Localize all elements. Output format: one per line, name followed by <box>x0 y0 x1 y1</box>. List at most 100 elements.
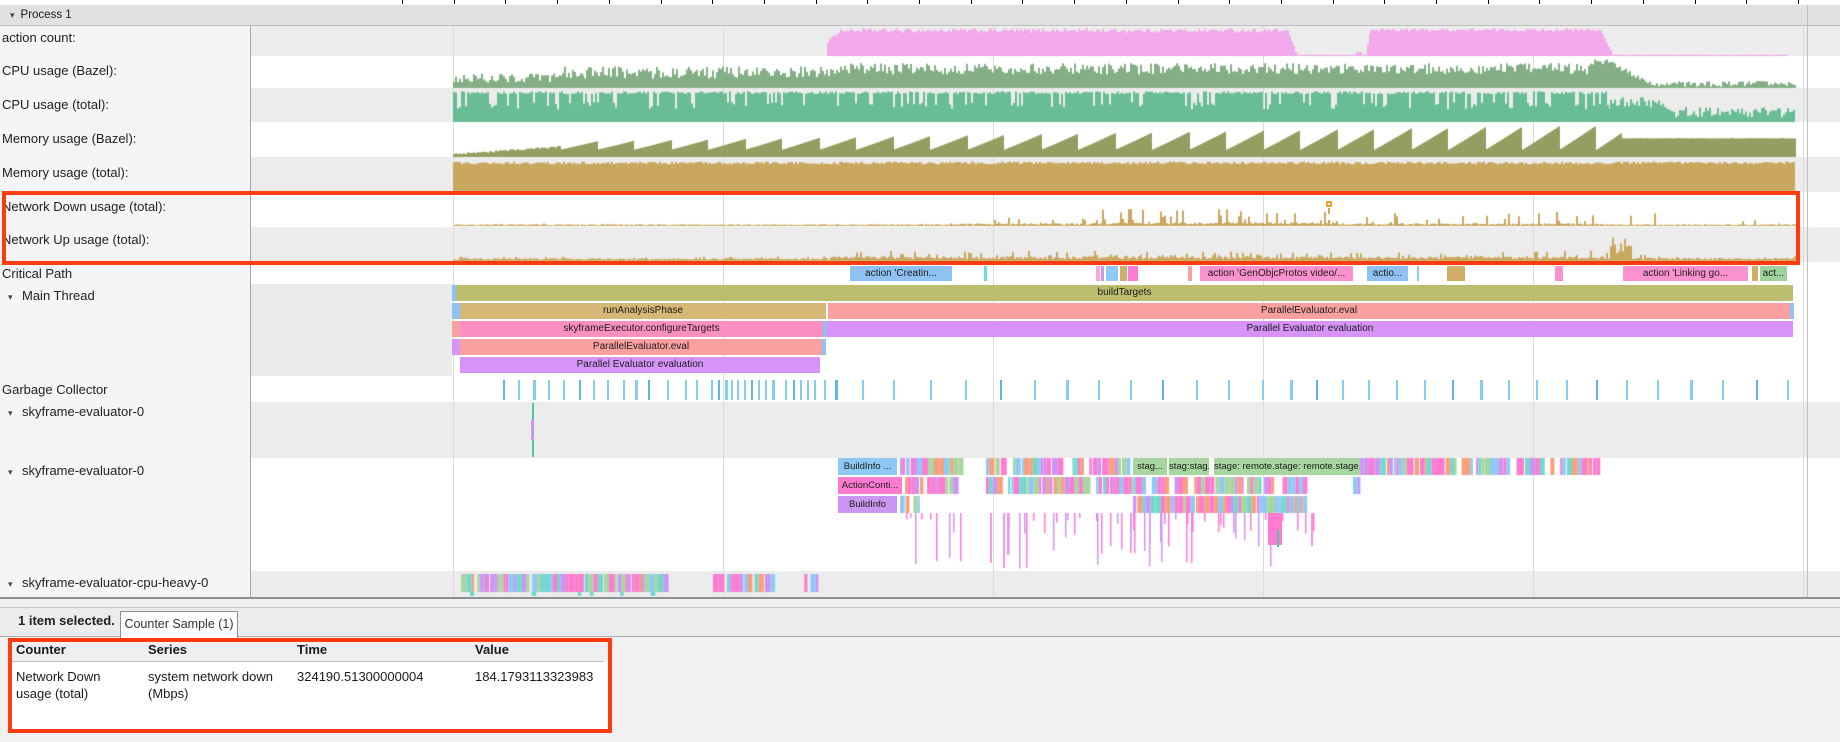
skyframe-slice[interactable]: stage: remote.stage: remote.stage.remot.… <box>1214 458 1360 475</box>
main-thread-slice[interactable]: runAnalysisPhase <box>460 303 826 319</box>
gc-event-tick[interactable] <box>607 380 609 400</box>
gc-event-tick[interactable] <box>800 380 802 400</box>
gc-event-tick[interactable] <box>1626 380 1628 400</box>
gc-event-tick[interactable] <box>648 380 650 400</box>
gc-event-tick[interactable] <box>793 380 795 400</box>
gc-event-tick[interactable] <box>835 380 838 400</box>
sidebar-item-action-count-[interactable]: action count: <box>2 30 76 45</box>
expand-arrow-icon[interactable]: ▾ <box>8 467 22 478</box>
critical-path-slice[interactable]: action 'Linking go... <box>1623 266 1748 281</box>
critical-path-slice[interactable]: act... <box>1760 266 1787 281</box>
skyframe-slice[interactable]: BuildInfo ... <box>838 458 897 475</box>
sidebar-item-critical-path[interactable]: Critical Path <box>2 266 72 281</box>
gc-event-tick[interactable] <box>1424 380 1426 400</box>
critical-path-slice[interactable] <box>1106 266 1118 281</box>
main-thread-slice[interactable]: buildTargets <box>456 285 1793 301</box>
gc-event-tick[interactable] <box>1034 380 1036 400</box>
gc-event-tick[interactable] <box>1657 380 1659 400</box>
gc-event-tick[interactable] <box>772 380 775 400</box>
sidebar-item-memory-usage-total-[interactable]: Memory usage (total): <box>2 165 128 180</box>
gc-event-tick[interactable] <box>1596 380 1598 400</box>
gc-event-tick[interactable] <box>862 380 864 400</box>
gc-event-tick[interactable] <box>711 380 713 400</box>
gc-event-tick[interactable] <box>667 380 669 400</box>
skyframe-slice[interactable]: stag... <box>1133 458 1167 475</box>
critical-path-slice[interactable] <box>1101 266 1104 281</box>
main-thread-slice[interactable] <box>452 321 460 337</box>
sidebar-item-cpu-usage-total-[interactable]: CPU usage (total): <box>2 97 109 112</box>
gc-event-tick[interactable] <box>1368 380 1370 400</box>
gc-event-tick[interactable] <box>1130 380 1132 400</box>
sidebar-item-cpu-usage-bazel-[interactable]: CPU usage (Bazel): <box>2 63 117 78</box>
gc-event-tick[interactable] <box>1098 380 1100 400</box>
critical-path-slice[interactable] <box>1120 266 1127 281</box>
critical-path-slice[interactable]: action 'Creatin... <box>850 266 952 281</box>
sidebar-item-garbage-collector[interactable]: Garbage Collector <box>2 382 108 397</box>
critical-path-slice[interactable]: actio... <box>1367 266 1408 281</box>
expand-arrow-icon[interactable]: ▾ <box>8 292 22 303</box>
gc-event-tick[interactable] <box>807 380 809 400</box>
gc-event-tick[interactable] <box>1290 380 1293 400</box>
main-thread-slice[interactable]: skyframeExecutor.configureTargets <box>460 321 823 337</box>
sidebar-item-memory-usage-bazel-[interactable]: Memory usage (Bazel): <box>2 131 136 146</box>
gc-event-tick[interactable] <box>685 380 687 400</box>
sidebar-item-main-thread[interactable]: ▾Main Thread <box>2 288 95 303</box>
critical-path-slice[interactable] <box>1188 266 1192 281</box>
gc-event-tick[interactable] <box>751 380 753 400</box>
gc-event-tick[interactable] <box>824 380 826 400</box>
skyframe-slice[interactable]: ActionConti... <box>838 477 902 494</box>
gc-event-tick[interactable] <box>1566 380 1568 400</box>
gc-event-tick[interactable] <box>623 380 625 400</box>
main-thread-slice[interactable]: ParallelEvaluator.eval <box>828 303 1790 319</box>
gc-event-tick[interactable] <box>579 380 581 400</box>
main-thread-slice[interactable]: Parallel Evaluator evaluation <box>460 357 820 373</box>
gc-event-tick[interactable] <box>1342 380 1344 400</box>
gc-event-tick[interactable] <box>965 380 967 400</box>
critical-path-slice[interactable] <box>1447 266 1465 281</box>
main-thread-slice[interactable]: ParallelEvaluator.eval <box>460 339 822 355</box>
gc-event-tick[interactable] <box>1690 380 1693 400</box>
gc-event-tick[interactable] <box>1316 380 1318 400</box>
critical-path-slice[interactable] <box>1128 266 1138 281</box>
gc-event-tick[interactable] <box>1000 380 1002 400</box>
gc-event-tick[interactable] <box>548 380 550 400</box>
gc-event-tick[interactable] <box>563 380 565 400</box>
sidebar-item-skyframe-evaluator-0[interactable]: ▾skyframe-evaluator-0 <box>2 404 144 419</box>
expand-arrow-icon[interactable]: ▾ <box>8 408 22 419</box>
gc-event-tick[interactable] <box>725 380 728 400</box>
skyframe-slice[interactable]: BuildInfo <box>838 496 897 513</box>
gc-event-tick[interactable] <box>1756 380 1758 400</box>
gc-event-tick[interactable] <box>1196 380 1198 400</box>
gc-event-tick[interactable] <box>1508 380 1510 400</box>
critical-path-slice[interactable] <box>1555 266 1563 281</box>
gc-event-tick[interactable] <box>1787 380 1789 400</box>
timeline-canvas[interactable] <box>0 0 1840 742</box>
gc-event-tick[interactable] <box>731 380 733 400</box>
skyframe-deep-blob[interactable] <box>1268 513 1282 545</box>
gc-event-tick[interactable] <box>1722 380 1724 400</box>
critical-path-slice[interactable] <box>1096 266 1100 281</box>
gc-event-tick[interactable] <box>593 380 595 400</box>
critical-path-slice[interactable] <box>1752 266 1758 281</box>
skyframe-slice[interactable]: stag:stag... <box>1169 458 1209 475</box>
main-thread-slice[interactable] <box>452 303 460 319</box>
main-thread-slice[interactable] <box>822 339 826 355</box>
sidebar-item-skyframe-evaluator-cpu-heavy-0[interactable]: ▾skyframe-evaluator-cpu-heavy-0 <box>2 575 208 590</box>
gc-event-tick[interactable] <box>1262 380 1264 400</box>
gc-event-tick[interactable] <box>1396 380 1398 400</box>
critical-path-slice[interactable]: action 'GenObjcProtos video/... <box>1200 266 1353 281</box>
gc-event-tick[interactable] <box>1228 380 1230 400</box>
gc-event-tick[interactable] <box>533 380 536 400</box>
critical-path-slice[interactable] <box>1417 266 1419 281</box>
gc-event-tick[interactable] <box>718 380 720 400</box>
sidebar-item-skyframe-evaluator-0[interactable]: ▾skyframe-evaluator-0 <box>2 463 144 478</box>
gc-event-tick[interactable] <box>930 380 932 400</box>
gc-event-tick[interactable] <box>744 380 746 400</box>
gc-event-tick[interactable] <box>1536 380 1538 400</box>
expand-arrow-icon[interactable]: ▾ <box>8 579 22 590</box>
gc-event-tick[interactable] <box>785 380 787 400</box>
gc-event-tick[interactable] <box>814 380 816 400</box>
gc-event-tick[interactable] <box>503 380 505 400</box>
main-thread-slice[interactable]: Parallel Evaluator evaluation <box>827 321 1793 337</box>
gc-event-tick[interactable] <box>758 380 760 400</box>
